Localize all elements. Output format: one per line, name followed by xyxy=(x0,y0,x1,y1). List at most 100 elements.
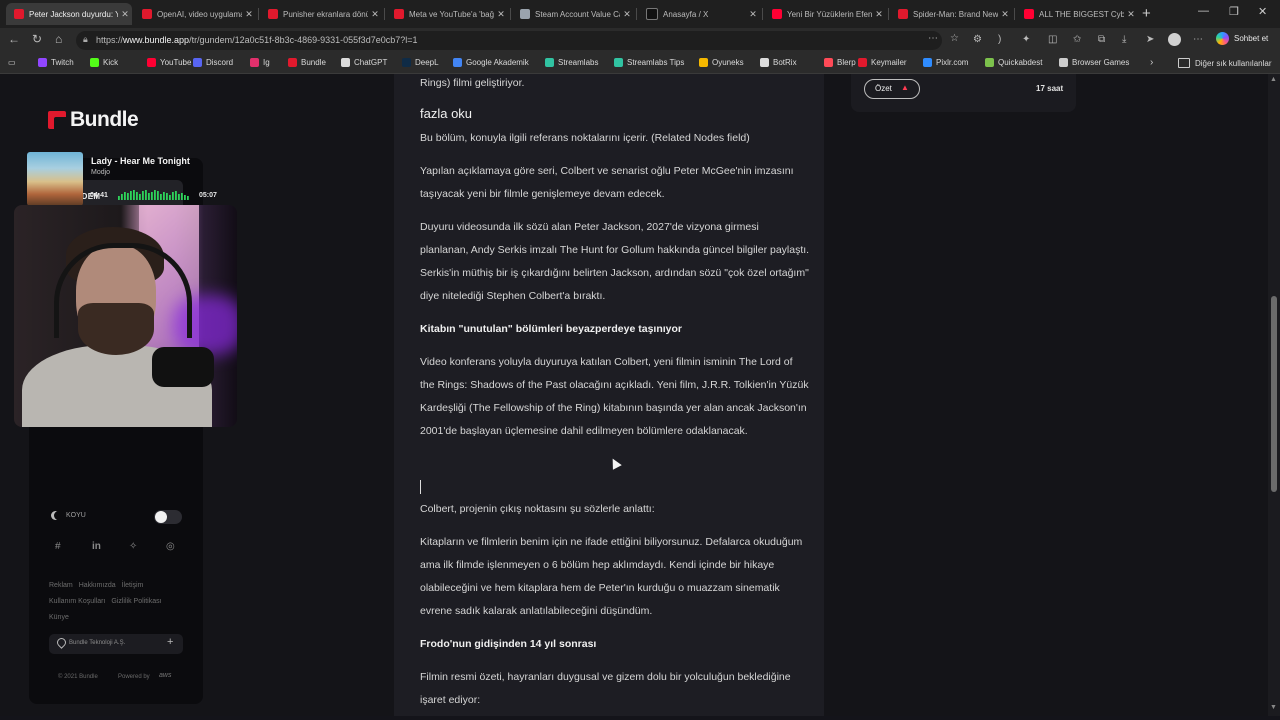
favorite-star-icon[interactable]: ☆ xyxy=(950,33,959,44)
profile-avatar[interactable] xyxy=(1168,33,1181,46)
bookmark-browser-games[interactable]: Browser Games xyxy=(1059,58,1129,67)
close-tab-icon[interactable]: ✕ xyxy=(620,9,634,20)
plus-icon[interactable]: + xyxy=(167,636,173,648)
bookmark-keymailer[interactable]: Keymailer xyxy=(858,58,907,67)
twitter-icon[interactable]: ✧ xyxy=(129,541,137,552)
bundle-logo[interactable]: Bundle xyxy=(48,108,139,132)
scrollbar-thumb[interactable] xyxy=(1271,296,1277,492)
back-arrow-icon[interactable]: ← xyxy=(8,32,20,46)
aws-logo: aws xyxy=(159,672,172,679)
restore-icon[interactable]: ❐ xyxy=(1229,5,1239,18)
bundle-favicon-icon xyxy=(394,9,404,19)
tab-x-home[interactable]: Anasayfa / X ✕ xyxy=(638,3,760,25)
close-tab-icon[interactable]: ✕ xyxy=(118,9,132,20)
linkedin-icon[interactable]: in xyxy=(92,541,101,552)
bookmark-label: ChatGPT xyxy=(354,58,388,67)
bookmark-favicon-icon xyxy=(614,58,623,67)
bookmark-oyuneks[interactable]: Oyuneks xyxy=(699,58,744,67)
dark-mode-label: KOYU xyxy=(66,512,86,519)
home-icon[interactable]: ⌂ xyxy=(55,32,62,46)
location-pin-icon xyxy=(55,636,68,649)
tab-punisher[interactable]: Punisher ekranlara dönü ✕ xyxy=(260,3,382,25)
footer-link-iletisim[interactable]: İletişim xyxy=(122,582,144,589)
refresh-icon[interactable]: ↻ xyxy=(32,32,42,46)
bookmark-blerp[interactable]: Blerp xyxy=(824,58,856,67)
tab-title: Yeni Bir Yüzüklerin Efend xyxy=(787,9,872,19)
close-window-icon[interactable]: ✕ xyxy=(1258,5,1267,18)
bookmark-deepl[interactable]: DeepL xyxy=(402,58,439,67)
read-more-heading[interactable]: fazla oku xyxy=(420,102,810,125)
bookmark-favicon-icon xyxy=(923,58,932,67)
more-url-icon[interactable]: ⋯ xyxy=(928,33,938,44)
bookmark-favicon-icon xyxy=(1059,58,1068,67)
folder-icon xyxy=(1178,58,1190,68)
share-icon[interactable]: ➤ xyxy=(1146,34,1154,45)
tab-meta-youtube[interactable]: Meta ve YouTube'a 'bağı ✕ xyxy=(386,3,508,25)
footer-link-kullanim[interactable]: Kullanım Koşulları xyxy=(49,598,105,605)
puzzle-icon[interactable]: ✦ xyxy=(1022,34,1030,45)
reading-list-icon[interactable]: ▭ xyxy=(8,58,16,67)
bookmark-favicon-icon xyxy=(38,58,47,67)
close-tab-icon[interactable]: ✕ xyxy=(494,9,508,20)
copyright-text: © 2021 Bundle xyxy=(58,674,98,680)
footer-link-kunye[interactable]: Künye xyxy=(49,614,69,621)
bundle-favicon-icon xyxy=(142,9,152,19)
footer-link-hakkimizda[interactable]: Hakkımızda xyxy=(79,582,116,589)
menu-dots-icon[interactable]: ⋯ xyxy=(1193,34,1203,45)
article-paragraph: Filmin resmi özeti, hayranları duygusal … xyxy=(420,671,791,706)
bookmark-bundle[interactable]: Bundle xyxy=(288,58,326,67)
url-text[interactable]: https://www.bundle.app/tr/gundem/12a0c51… xyxy=(96,35,418,45)
dark-mode-toggle[interactable] xyxy=(154,510,182,524)
slack-icon[interactable]: # xyxy=(55,541,61,552)
tab-steam-value[interactable]: Steam Account Value Ca ✕ xyxy=(512,3,634,25)
bookmark-chatgpt[interactable]: ChatGPT xyxy=(341,58,387,67)
bookmark-youtube[interactable]: YouTube xyxy=(147,58,191,67)
webcam-overlay xyxy=(14,205,237,427)
close-tab-icon[interactable]: ✕ xyxy=(746,9,760,20)
close-tab-icon[interactable]: ✕ xyxy=(998,9,1012,20)
footer-link-reklam[interactable]: Reklam xyxy=(49,582,73,589)
tab-openai[interactable]: OpenAI, video uygulama ✕ xyxy=(134,3,256,25)
collections-icon[interactable]: ⧉ xyxy=(1098,34,1105,45)
bookmark-streamlabs-tips[interactable]: Streamlabs Tips xyxy=(614,58,684,67)
footer-link-gizlilik[interactable]: Gizlilik Politikası xyxy=(111,598,161,605)
more-bookmarks-icon[interactable]: › xyxy=(1150,57,1153,68)
summary-button[interactable]: Özet ▲ xyxy=(864,79,920,99)
tab-title: Peter Jackson duyurdu: Y xyxy=(29,9,118,19)
address-bar[interactable]: 🔒︎ https://www.bundle.app/tr/gundem/12a0… xyxy=(76,31,959,50)
bookmark-label: YouTube xyxy=(160,58,192,67)
bookmark-pixlr-com[interactable]: Pixlr.com xyxy=(923,58,968,67)
bookmark-google-akademik[interactable]: Google Akademik xyxy=(453,58,529,67)
other-bookmarks-button[interactable]: Diğer sık kullanılanlar xyxy=(1178,58,1271,68)
tab-cyberpunk[interactable]: ALL THE BIGGEST Cyber ✕ xyxy=(1016,3,1138,25)
bookmark-kick[interactable]: Kick xyxy=(90,58,118,67)
bookmark-streamlabs[interactable]: Streamlabs xyxy=(545,58,598,67)
bookmark-botrix[interactable]: BotRix xyxy=(760,58,797,67)
close-tab-icon[interactable]: ✕ xyxy=(368,9,382,20)
close-tab-icon[interactable]: ✕ xyxy=(1124,9,1138,20)
copilot-button[interactable]: Sohbet et xyxy=(1216,32,1268,45)
bookmark-ig[interactable]: Ig xyxy=(250,58,270,67)
extension-icon[interactable]: ⚙ xyxy=(973,34,982,45)
scroll-up-icon[interactable]: ▲ xyxy=(1270,76,1277,83)
track-total: 05:07 xyxy=(199,192,217,199)
bookmark-twitch[interactable]: Twitch xyxy=(38,58,74,67)
tab-yuzuklerin-efendisi[interactable]: Yeni Bir Yüzüklerin Efend ✕ xyxy=(764,3,886,25)
bookmark-label: Streamlabs xyxy=(558,58,599,67)
download-icon[interactable]: ⤓ xyxy=(1122,34,1126,45)
bookmark-discord[interactable]: Discord xyxy=(193,58,233,67)
split-screen-icon[interactable]: ◫ xyxy=(1048,34,1057,45)
favorites-icon[interactable]: ✩ xyxy=(1073,34,1081,45)
minimize-icon[interactable]: — xyxy=(1198,5,1209,17)
new-tab-button[interactable]: + xyxy=(1142,5,1151,22)
company-selector[interactable]: Bundle Teknoloji A.Ş. + xyxy=(49,634,183,654)
tab-spider-man[interactable]: Spider-Man: Brand New ✕ xyxy=(890,3,1012,25)
close-tab-icon[interactable]: ✕ xyxy=(242,9,256,20)
page-scrollbar[interactable]: ▲ ▼ xyxy=(1268,74,1280,716)
close-tab-icon[interactable]: ✕ xyxy=(872,9,886,20)
instagram-icon[interactable]: ◎ xyxy=(166,541,175,552)
read-aloud-icon[interactable]: ) xyxy=(998,34,1001,45)
tab-peter-jackson[interactable]: Peter Jackson duyurdu: Y ✕ xyxy=(6,3,132,25)
scroll-down-icon[interactable]: ▼ xyxy=(1270,704,1277,711)
bookmark-quickabdest[interactable]: Quickabdest xyxy=(985,58,1042,67)
